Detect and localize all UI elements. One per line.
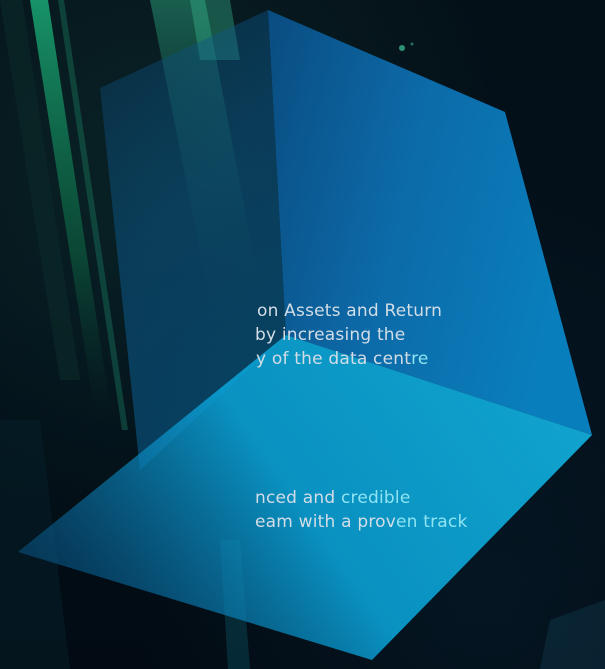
paragraph-return-on-assets: on Assets and Return by increasing the y… bbox=[0, 299, 442, 371]
paragraph-1-line-2: by increasing the bbox=[255, 325, 406, 345]
paragraph-2-line-1: nced and bbox=[255, 488, 341, 508]
paragraph-2-line-2: eam with a prov bbox=[255, 512, 397, 532]
paragraph-2-line-2-highlight: en track bbox=[396, 512, 468, 532]
paragraph-experienced-team: nced and credible eam with a proven trac… bbox=[0, 486, 467, 534]
hero-panel: on Assets and Return by increasing the y… bbox=[0, 0, 605, 669]
paragraph-1-line-3-tail: re bbox=[411, 349, 429, 369]
paragraph-1-line-1: on Assets and Return bbox=[257, 301, 443, 321]
paragraph-2-line-1-highlight: credible bbox=[340, 488, 411, 508]
paragraph-1-line-3: y of the data cent bbox=[256, 349, 412, 369]
